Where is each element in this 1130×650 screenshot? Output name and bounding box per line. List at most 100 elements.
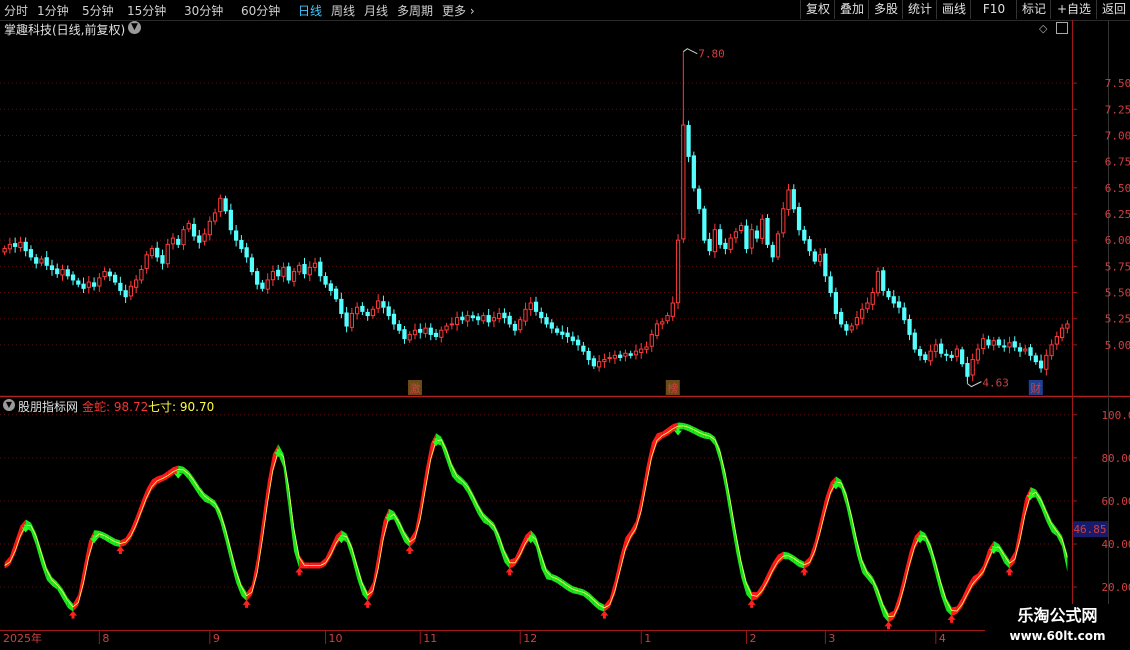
candle-187 (986, 335, 991, 349)
candle-body-23 (123, 290, 128, 298)
candle-89 (470, 311, 475, 322)
date-label-3: 11 (423, 632, 437, 645)
candle-114 (602, 353, 607, 368)
candle-117 (618, 350, 623, 362)
candle-body-201 (1059, 327, 1065, 339)
candle-166 (875, 267, 881, 297)
panel-toggle-icon[interactable] (1056, 22, 1068, 34)
candle-189 (996, 336, 1002, 349)
candle-144 (760, 214, 765, 245)
buy-arrow-96 (505, 567, 514, 576)
candle-107 (565, 327, 570, 343)
candle-body-187 (986, 339, 991, 346)
ind-band-99 (520, 534, 526, 558)
candle-31 (165, 238, 170, 268)
candle-body-118 (623, 352, 628, 357)
candle-22 (118, 276, 123, 296)
candle-body-170 (896, 301, 902, 308)
candle-body-110 (581, 345, 586, 352)
candle-body-55 (291, 271, 297, 282)
ind-band-164 (862, 558, 868, 580)
candle-7 (39, 255, 44, 267)
candle-81 (428, 323, 433, 341)
candle-32 (170, 233, 176, 250)
indicator-chevron-icon[interactable]: ▼ (3, 399, 15, 411)
ind-band-12 (62, 588, 68, 608)
ind-band-185 (972, 573, 978, 587)
ind-band-87 (457, 473, 463, 486)
candle-body-27 (144, 254, 149, 269)
candle-body-2 (13, 243, 18, 247)
candle-133 (702, 205, 707, 244)
candle-151 (796, 202, 802, 236)
candle-body-130 (686, 125, 691, 157)
candle-body-197 (1038, 360, 1044, 369)
candle-76 (402, 325, 407, 344)
candle-16 (86, 276, 91, 294)
candle-body-58 (307, 266, 312, 276)
candle-body-16 (86, 281, 91, 288)
candle-112 (591, 355, 597, 369)
candle-150 (791, 184, 796, 213)
candle-body-60 (318, 261, 323, 277)
candle-body-176 (928, 350, 933, 362)
candle-body-20 (107, 271, 112, 277)
chevron-down-icon[interactable]: ▼ (128, 21, 141, 34)
indicator-title: 股朋指标网 (18, 400, 79, 414)
candle-147 (775, 230, 781, 261)
candle-body-82 (433, 332, 439, 338)
indicator-value-2: 七寸: 90.70 (148, 400, 215, 414)
candle-14 (76, 277, 81, 288)
candle-body-74 (391, 313, 397, 325)
candle-8 (44, 251, 49, 271)
candle-body-106 (560, 331, 565, 335)
diamond-icon[interactable]: ◇ (1039, 22, 1047, 35)
candle-106 (560, 325, 565, 340)
candle-body-129 (681, 124, 686, 240)
event-marker-label-0: 激 (409, 381, 420, 395)
candle-body-178 (938, 343, 944, 354)
candle-body-47 (249, 257, 255, 273)
candle-98 (518, 316, 523, 333)
candle-body-45 (239, 239, 244, 250)
candle-body-40 (212, 212, 218, 222)
candle-body-124 (654, 323, 660, 336)
candle-body-185 (975, 348, 981, 361)
price-tick-label-10: 7.50 (1105, 77, 1130, 90)
candle-body-26 (139, 268, 144, 281)
ind-band-21 (109, 535, 116, 546)
candle-6 (34, 253, 39, 269)
candle-body-9 (49, 265, 55, 270)
candle-173 (912, 328, 917, 353)
candle-body-143 (754, 230, 760, 239)
candle-118 (623, 349, 628, 362)
candle-body-188 (991, 340, 996, 346)
ind-band-69 (362, 581, 368, 601)
price-tick-label-6: 6.50 (1105, 182, 1130, 195)
candle-body-4 (23, 241, 28, 252)
candle-body-80 (423, 327, 428, 334)
candle-174 (917, 345, 923, 361)
candle-body-95 (502, 312, 507, 319)
candle-body-30 (160, 255, 165, 264)
candle-body-81 (428, 327, 433, 335)
candle-body-172 (907, 318, 912, 335)
candle-body-33 (176, 238, 181, 245)
candle-199 (1049, 339, 1054, 360)
candle-body-200 (1054, 336, 1059, 345)
buy-arrow-114 (600, 610, 609, 619)
candle-60 (318, 257, 323, 282)
candle-body-13 (70, 274, 76, 281)
candle-165 (870, 287, 875, 311)
candle-body-91 (481, 315, 486, 322)
candle-body-100 (528, 302, 533, 311)
candle-body-46 (244, 247, 249, 258)
candle-177 (933, 338, 938, 358)
candle-100 (528, 296, 533, 316)
candle-29 (155, 241, 160, 262)
candle-body-156 (823, 253, 828, 277)
candle-body-158 (833, 292, 839, 314)
candle-body-169 (891, 296, 896, 304)
candle-body-184 (970, 359, 975, 376)
candle-176 (928, 344, 933, 366)
